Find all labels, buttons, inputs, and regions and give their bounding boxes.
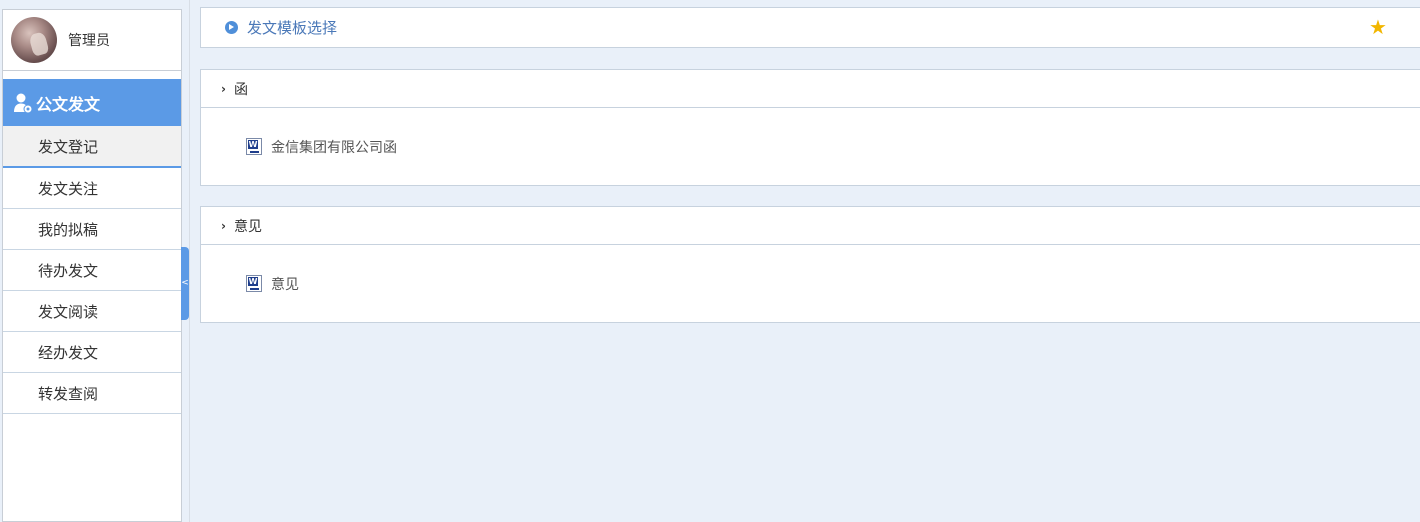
favorite-star-icon[interactable]: ★ xyxy=(1369,17,1387,37)
avatar[interactable] xyxy=(11,17,57,63)
sidebar-item-label: 我的拟稿 xyxy=(38,220,99,239)
sidebar-item-reading[interactable]: 发文阅读 xyxy=(3,291,181,332)
sidebar-item-label: 发文阅读 xyxy=(38,302,99,321)
template-label: 金信集团有限公司函 xyxy=(271,139,397,156)
template-label: 意见 xyxy=(271,276,299,293)
sidebar-item-label: 发文登记 xyxy=(38,137,99,156)
template-section-opinion: › 意见 意见 xyxy=(200,206,1420,323)
sidebar-item-label: 经办发文 xyxy=(38,343,99,362)
page-header: 发文模板选择 ★ xyxy=(200,7,1420,48)
word-doc-icon xyxy=(246,138,262,155)
word-doc-icon xyxy=(246,275,262,292)
module-title: 公文发文 xyxy=(36,94,101,114)
page-title: 发文模板选择 xyxy=(247,19,338,37)
section-header[interactable]: › 意见 xyxy=(201,207,1420,245)
sidebar-nav: 发文登记 发文关注 我的拟稿 待办发文 发文阅读 经办发文 转发查阅 xyxy=(3,126,181,414)
section-title: 意见 xyxy=(234,218,262,235)
template-item[interactable]: 金信集团有限公司函 xyxy=(246,137,397,157)
sidebar-item-follow[interactable]: 发文关注 xyxy=(3,168,181,209)
sidebar-collapse-button[interactable]: < xyxy=(181,247,189,320)
sidebar-item-register[interactable]: 发文登记 xyxy=(3,126,181,168)
sidebar-item-label: 待办发文 xyxy=(38,261,99,280)
template-item[interactable]: 意见 xyxy=(246,274,299,294)
template-section-letter: › 函 金信集团有限公司函 xyxy=(200,69,1420,186)
section-body: 意见 xyxy=(201,245,1420,322)
user-name: 管理员 xyxy=(68,33,110,49)
section-title: 函 xyxy=(234,81,248,98)
user-info: 管理员 xyxy=(3,10,181,71)
section-body: 金信集团有限公司函 xyxy=(201,108,1420,185)
chevron-right-icon: › xyxy=(221,218,226,233)
user-settings-icon xyxy=(13,92,33,114)
sidebar-item-forward-review[interactable]: 转发查阅 xyxy=(3,373,181,414)
sidebar-item-handled[interactable]: 经办发文 xyxy=(3,332,181,373)
sidebar-item-label: 发文关注 xyxy=(38,179,99,198)
sidebar-item-pending[interactable]: 待办发文 xyxy=(3,250,181,291)
divider xyxy=(189,0,190,522)
circle-arrow-right-icon xyxy=(225,21,238,34)
chevron-left-icon: < xyxy=(181,278,189,288)
section-header[interactable]: › 函 xyxy=(201,70,1420,108)
chevron-right-icon: › xyxy=(221,81,226,96)
sidebar-item-my-drafts[interactable]: 我的拟稿 xyxy=(3,209,181,250)
module-header[interactable]: 公文发文 xyxy=(3,79,181,126)
sidebar-item-label: 转发查阅 xyxy=(38,384,99,403)
sidebar: 管理员 公文发文 发文登记 发文关注 我的拟稿 待办发文 发文阅读 经办发文 转… xyxy=(2,9,182,522)
